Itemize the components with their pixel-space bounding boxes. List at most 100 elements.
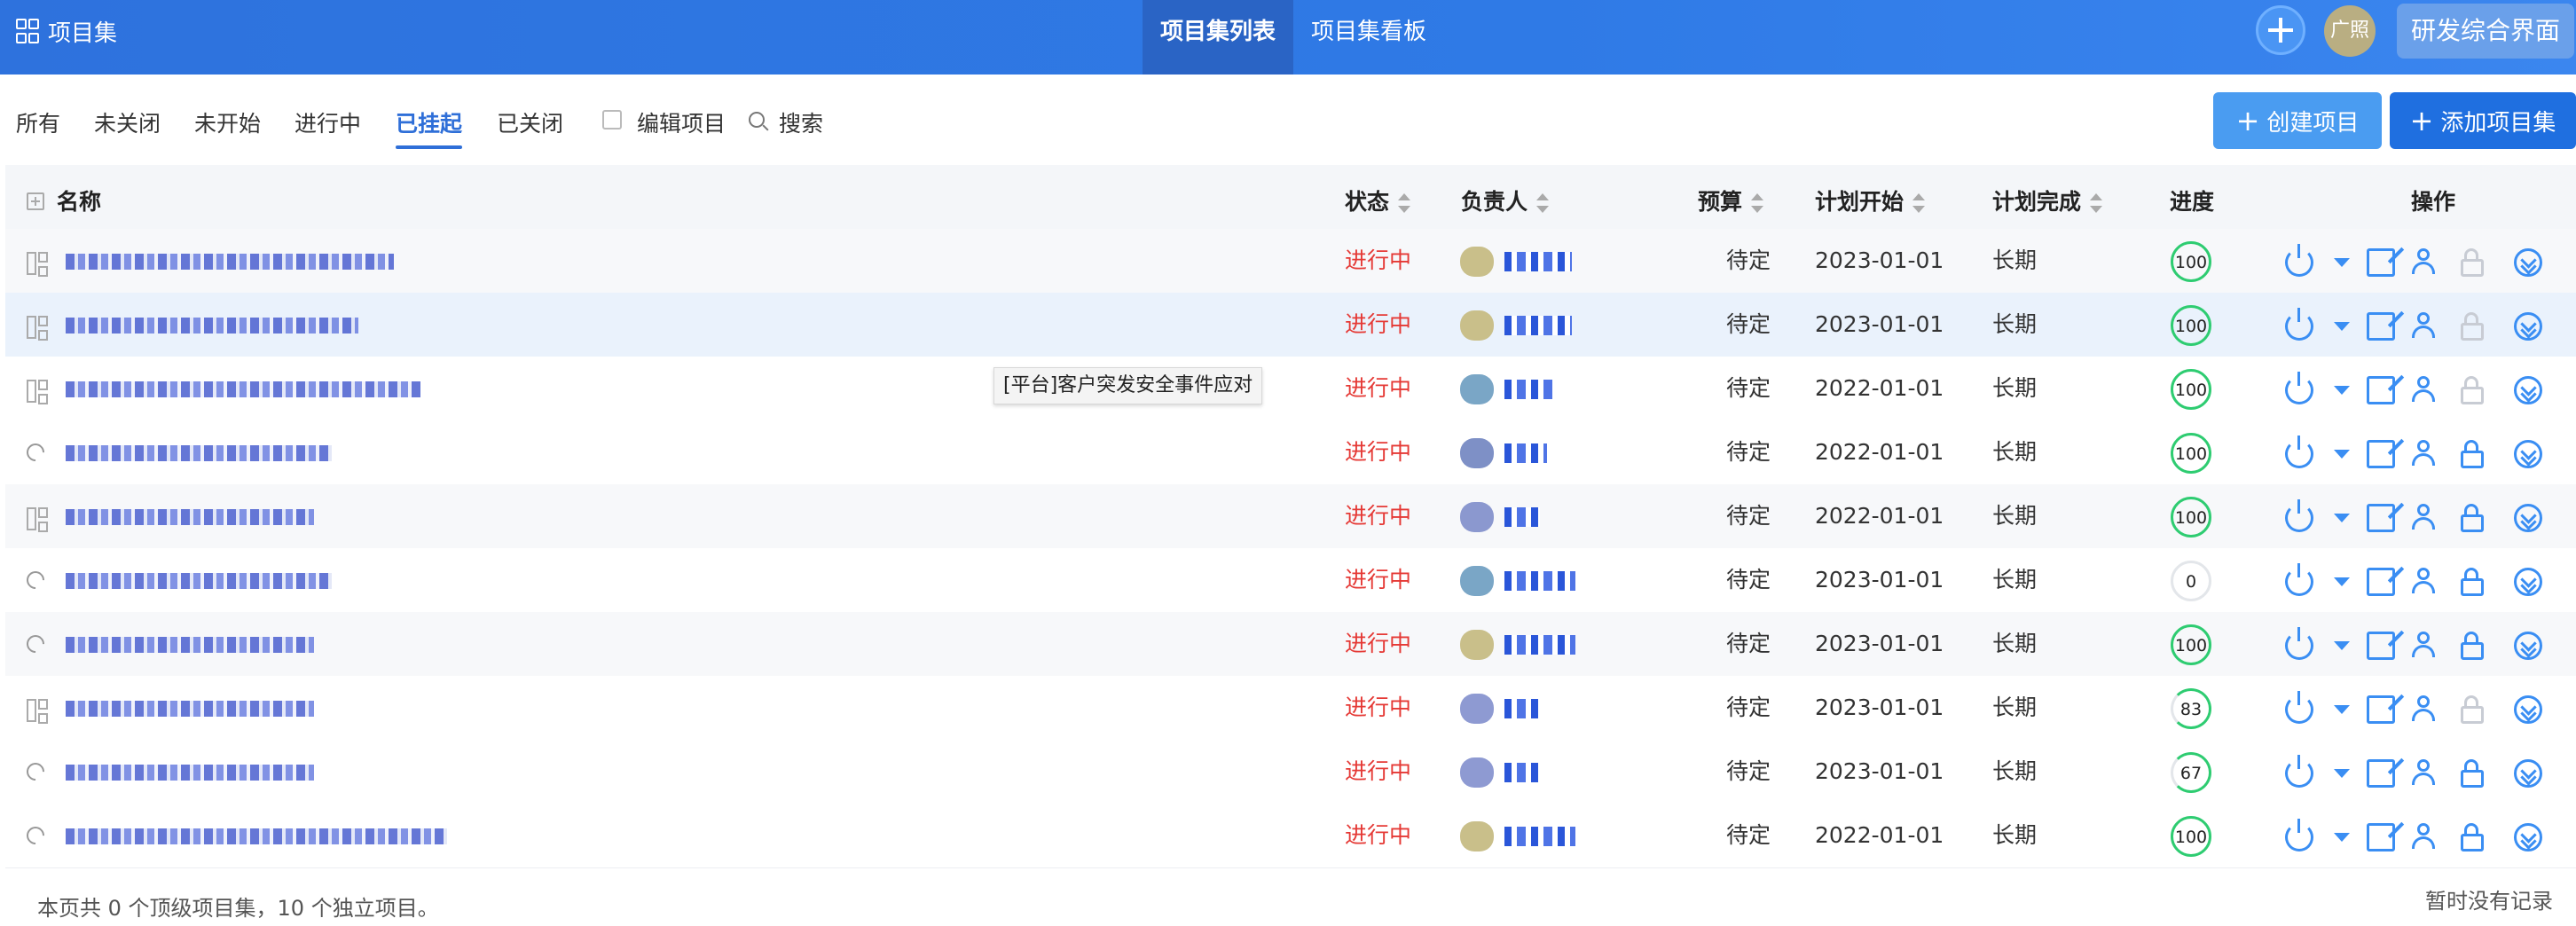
- lock-icon[interactable]: [2459, 568, 2487, 596]
- search-icon[interactable]: [749, 112, 765, 128]
- more-icon[interactable]: [2514, 440, 2542, 468]
- edit-icon[interactable]: [2367, 248, 2395, 277]
- power-icon[interactable]: [2285, 563, 2313, 596]
- chevron-down-icon[interactable]: [2334, 450, 2350, 459]
- edit-icon[interactable]: [2367, 632, 2395, 660]
- edit-icon[interactable]: [2367, 568, 2395, 596]
- team-icon[interactable]: [2411, 440, 2439, 468]
- user-avatar[interactable]: 广照: [2324, 5, 2376, 57]
- row-name[interactable]: [66, 445, 332, 461]
- rd-interface-button[interactable]: 研发综合界面: [2397, 4, 2574, 59]
- filter-tab-closed[interactable]: 已关闭: [497, 106, 563, 138]
- edit-icon[interactable]: [2367, 504, 2395, 532]
- edit-icon[interactable]: [2367, 759, 2395, 788]
- edit-icon[interactable]: [2367, 440, 2395, 468]
- sort-icon[interactable]: [1751, 193, 1764, 213]
- more-icon[interactable]: [2514, 823, 2542, 851]
- sort-icon[interactable]: [1398, 193, 1411, 213]
- team-icon[interactable]: [2411, 376, 2439, 404]
- lock-icon[interactable]: [2459, 759, 2487, 788]
- header-budget[interactable]: 预算: [1698, 184, 1764, 216]
- chevron-down-icon[interactable]: [2334, 322, 2350, 331]
- filter-tab-in-progress[interactable]: 进行中: [295, 106, 361, 138]
- power-icon[interactable]: [2285, 691, 2313, 724]
- power-icon[interactable]: [2285, 436, 2313, 468]
- more-icon[interactable]: [2514, 248, 2542, 277]
- power-icon[interactable]: [2285, 819, 2313, 851]
- chevron-down-icon[interactable]: [2334, 705, 2350, 714]
- row-name[interactable]: [66, 637, 314, 653]
- sort-icon[interactable]: [2090, 193, 2103, 213]
- chevron-down-icon[interactable]: [2334, 386, 2350, 395]
- power-icon[interactable]: [2285, 755, 2313, 788]
- lock-icon[interactable]: [2459, 632, 2487, 660]
- edit-project-checkbox[interactable]: [602, 110, 622, 129]
- table-row[interactable]: 进行中 待定 2023-01-01 长期 67: [5, 740, 2576, 804]
- power-icon[interactable]: [2285, 627, 2313, 660]
- table-row[interactable]: 进行中 待定 2022-01-01 长期 100: [5, 804, 2576, 868]
- filter-tab-suspended[interactable]: 已挂起: [396, 106, 463, 149]
- row-name[interactable]: [66, 318, 358, 334]
- table-row[interactable]: 进行中 待定 2023-01-01 长期 83: [5, 676, 2576, 741]
- team-icon[interactable]: [2411, 312, 2439, 341]
- chevron-down-icon[interactable]: [2334, 641, 2350, 650]
- chevron-down-icon[interactable]: [2334, 577, 2350, 586]
- filter-tab-not-started[interactable]: 未开始: [194, 106, 261, 138]
- header-status[interactable]: 状态: [1345, 184, 1411, 216]
- more-icon[interactable]: [2514, 568, 2542, 596]
- expand-all-icon[interactable]: [27, 192, 44, 210]
- more-icon[interactable]: [2514, 759, 2542, 788]
- team-icon[interactable]: [2411, 632, 2439, 660]
- table-row[interactable]: 进行中 待定 2023-01-01 长期 100: [5, 612, 2576, 677]
- power-icon[interactable]: [2285, 499, 2313, 532]
- row-name[interactable]: [66, 381, 420, 397]
- lock-icon[interactable]: [2459, 440, 2487, 468]
- chevron-down-icon[interactable]: [2334, 514, 2350, 522]
- edit-icon[interactable]: [2367, 376, 2395, 404]
- chevron-down-icon[interactable]: [2334, 769, 2350, 778]
- row-name[interactable]: [66, 765, 314, 781]
- edit-icon[interactable]: [2367, 312, 2395, 341]
- table-row[interactable]: 进行中 待定 2022-01-01 长期 100: [5, 484, 2576, 549]
- more-icon[interactable]: [2514, 632, 2542, 660]
- more-icon[interactable]: [2514, 695, 2542, 724]
- table-row[interactable]: 进行中 待定 2022-01-01 长期 100: [5, 420, 2576, 485]
- header-name[interactable]: 名称: [27, 184, 101, 216]
- more-icon[interactable]: [2514, 504, 2542, 532]
- sort-icon[interactable]: [1912, 193, 1926, 213]
- quick-add-button[interactable]: [2256, 5, 2305, 55]
- tab-program-board[interactable]: 项目集看板: [1293, 0, 1444, 75]
- power-icon[interactable]: [2285, 308, 2313, 341]
- app-title[interactable]: 项目集: [16, 0, 117, 62]
- team-icon[interactable]: [2411, 823, 2439, 851]
- power-icon[interactable]: [2285, 244, 2313, 277]
- row-name[interactable]: [66, 573, 332, 589]
- filter-tab-all[interactable]: 所有: [16, 106, 60, 138]
- team-icon[interactable]: [2411, 568, 2439, 596]
- search-label[interactable]: 搜索: [779, 106, 823, 138]
- row-name[interactable]: [66, 828, 447, 844]
- header-owner[interactable]: 负责人: [1461, 184, 1550, 216]
- row-name[interactable]: [66, 254, 394, 270]
- chevron-down-icon[interactable]: [2334, 833, 2350, 842]
- lock-icon[interactable]: [2459, 823, 2487, 851]
- team-icon[interactable]: [2411, 504, 2439, 532]
- edit-icon[interactable]: [2367, 823, 2395, 851]
- more-icon[interactable]: [2514, 376, 2542, 404]
- table-row[interactable]: 进行中 待定 2022-01-01 长期 100: [5, 357, 2576, 421]
- table-row[interactable]: 进行中 待定 2023-01-01 长期 100: [5, 229, 2576, 294]
- team-icon[interactable]: [2411, 695, 2439, 724]
- row-name[interactable]: [66, 509, 314, 525]
- create-project-button[interactable]: + 创建项目: [2213, 92, 2382, 149]
- edit-icon[interactable]: [2367, 695, 2395, 724]
- table-row[interactable]: 进行中 待定 2023-01-01 长期 0: [5, 548, 2576, 613]
- table-row[interactable]: 进行中 待定 2023-01-01 长期 100: [5, 293, 2576, 357]
- add-program-button[interactable]: + 添加项目集: [2390, 92, 2576, 149]
- team-icon[interactable]: [2411, 248, 2439, 277]
- chevron-down-icon[interactable]: [2334, 258, 2350, 267]
- filter-tab-unclosed[interactable]: 未关闭: [94, 106, 161, 138]
- sort-icon[interactable]: [1536, 193, 1550, 213]
- edit-project-label[interactable]: 编辑项目: [637, 106, 726, 138]
- tab-program-list[interactable]: 项目集列表: [1143, 0, 1293, 75]
- lock-icon[interactable]: [2459, 504, 2487, 532]
